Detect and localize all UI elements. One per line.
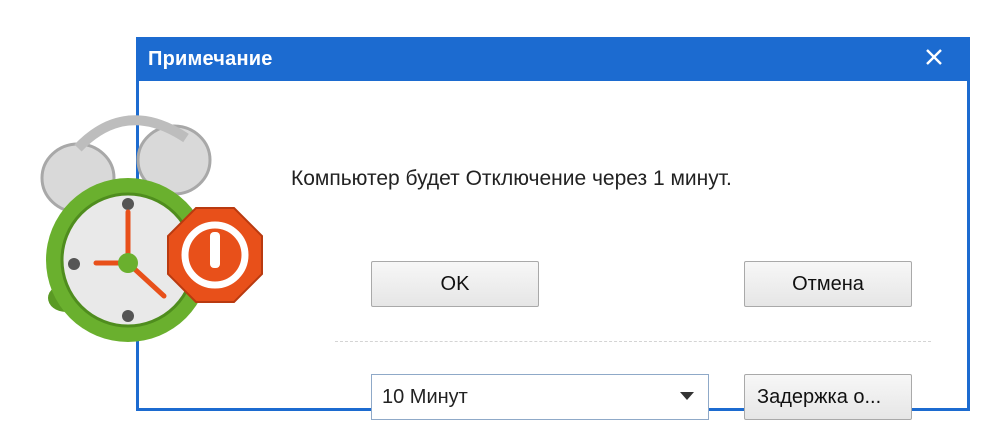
- title-bar[interactable]: Примечание: [136, 37, 970, 81]
- delay-button[interactable]: Задержка о...: [744, 374, 912, 420]
- ok-button[interactable]: OK: [371, 261, 539, 307]
- cancel-button[interactable]: Отмена: [744, 261, 912, 307]
- alarm-clock-power-icon: [26, 108, 286, 358]
- shutdown-message: Компьютер будет Отключение через 1 минут…: [291, 167, 732, 190]
- close-icon: [924, 47, 944, 72]
- close-button[interactable]: [920, 45, 948, 73]
- dialog-title: Примечание: [148, 48, 273, 70]
- chevron-down-icon[interactable]: [680, 392, 694, 400]
- delay-duration-select[interactable]: 10 Минут: [371, 374, 709, 420]
- screen: Примечание Компьютер будет Отключение че…: [0, 0, 984, 436]
- delay-duration-value: 10 Минут: [382, 386, 468, 408]
- separator: [335, 341, 931, 342]
